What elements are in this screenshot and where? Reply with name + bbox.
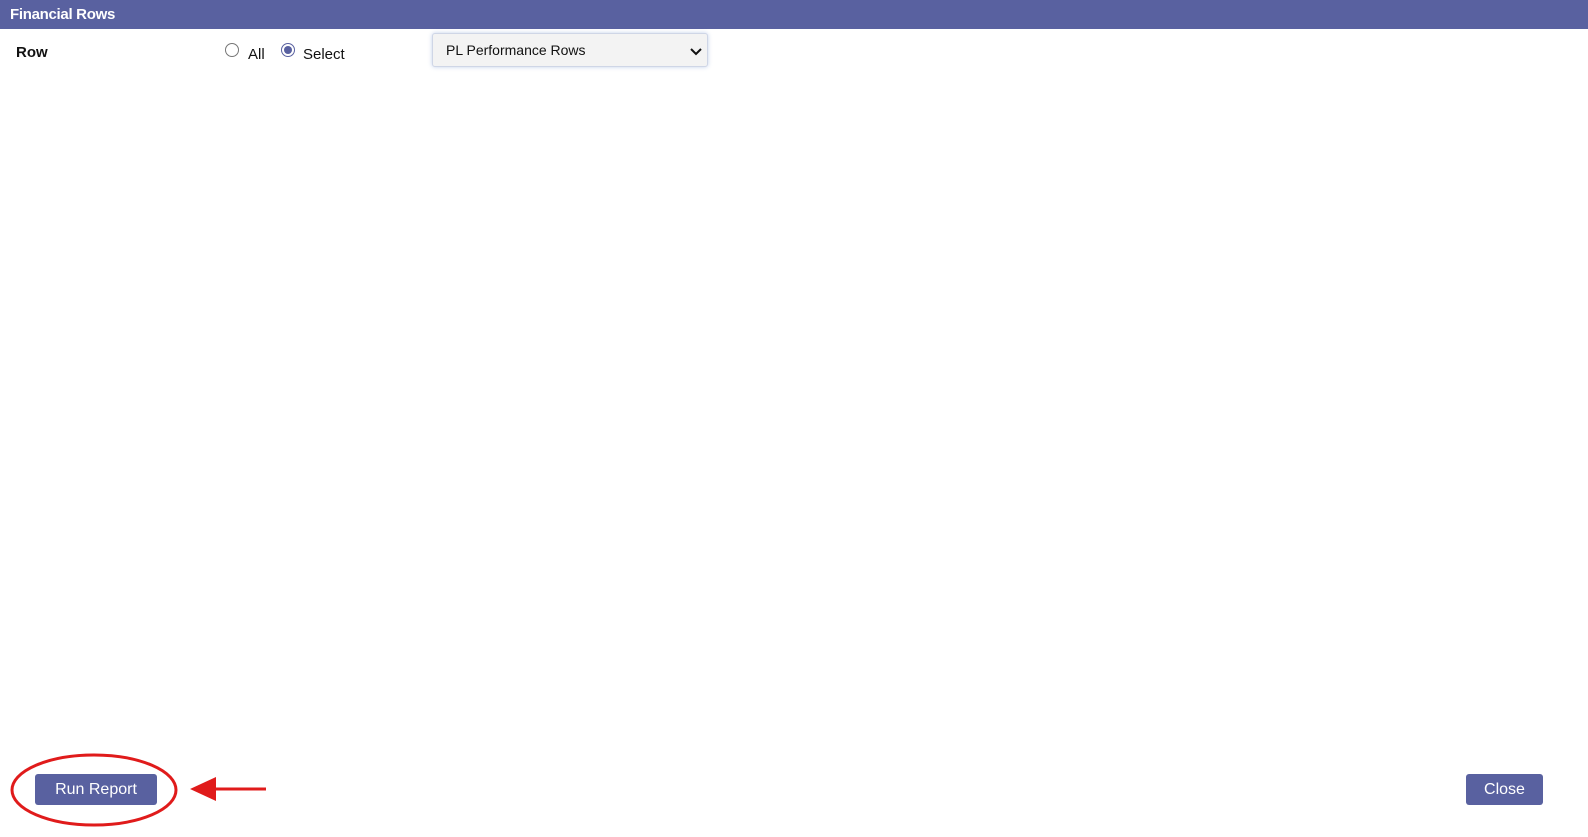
radio-all[interactable] [225,43,239,57]
annotation-arrow-head [190,777,216,801]
row-label: Row [16,44,48,61]
close-button[interactable]: Close [1466,774,1543,805]
run-report-button[interactable]: Run Report [35,774,157,805]
window-title: Financial Rows [10,6,115,23]
title-bar: Financial Rows [0,0,1588,29]
radio-select[interactable] [281,43,295,57]
radio-select-label[interactable]: Select [303,46,345,63]
row-select-dropdown[interactable]: PL Performance Rows [432,33,708,67]
row-select-value: PL Performance Rows [446,42,586,58]
chevron-down-icon [690,48,702,56]
radio-all-label[interactable]: All [248,46,265,63]
annotation-overlay [10,753,266,827]
